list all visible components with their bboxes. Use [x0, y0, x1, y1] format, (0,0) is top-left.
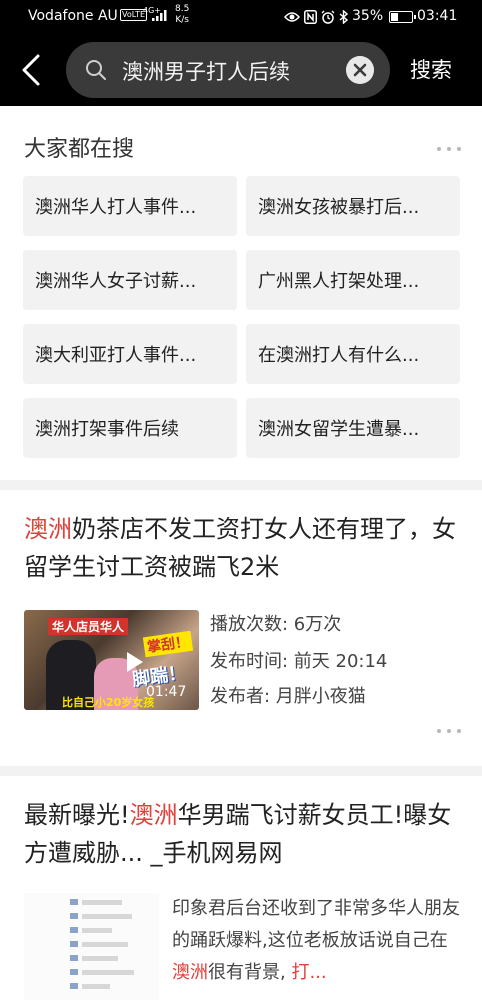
thumbnail-detail: [82, 956, 118, 961]
network-speed: 8.5 K/s: [175, 4, 189, 26]
clear-icon[interactable]: [346, 56, 374, 84]
thumbnail-detail: [70, 899, 78, 905]
back-icon[interactable]: [14, 50, 50, 90]
thumbnail-detail: [82, 970, 134, 975]
thumbnail-detail: [70, 955, 78, 961]
snippet-text: 很有背景,: [208, 962, 292, 983]
hot-search-label: 广州黑人打架处理...: [258, 271, 420, 292]
hot-search-label: 澳大利亚打人事件...: [35, 345, 197, 366]
hot-search-chip[interactable]: 澳洲华人打人事件...: [23, 176, 237, 236]
thumbnail-detail: [70, 913, 78, 919]
article-thumbnail[interactable]: [24, 893, 159, 1000]
nfc-icon: [304, 10, 317, 24]
hot-search-chip[interactable]: 广州黑人打架处理...: [246, 250, 460, 310]
result-title-text: 奶茶店不发工资打女人还有理了，女留学生讨工资被踹飞2米: [24, 515, 456, 581]
thumbnail-detail: [70, 983, 78, 989]
snippet-highlight: 澳洲: [172, 962, 208, 983]
search-query[interactable]: 澳洲男子打人后续: [122, 56, 290, 86]
search-button[interactable]: 搜索: [410, 54, 452, 84]
hot-search-chip[interactable]: 澳洲打架事件后续: [23, 398, 237, 458]
thumbnail-detail: [82, 942, 128, 947]
snippet-text: 印象君后台还收到了非常多华人朋友的踊跃爆料,这位老板放话说自己在: [172, 898, 460, 951]
battery-percent: 35%: [352, 8, 384, 24]
search-input[interactable]: 澳洲男子打人后续: [66, 42, 390, 98]
hot-search-chip[interactable]: 澳洲女留学生遭暴...: [246, 398, 460, 458]
more-icon[interactable]: [437, 728, 461, 734]
result-title-highlight: 澳洲: [129, 801, 178, 829]
hot-search-chip[interactable]: 澳洲华人女子讨薪...: [23, 250, 237, 310]
thumbnail-detail: [82, 900, 122, 905]
result-title-prefix: 最新曝光!: [24, 801, 130, 829]
thumbnail-caption: 掌刮！: [142, 630, 194, 658]
result-title[interactable]: 澳洲奶茶店不发工资打女人还有理了，女留学生讨工资被踹飞2米: [24, 510, 464, 586]
hot-search-label: 澳洲女留学生遭暴...: [258, 419, 420, 440]
status-bar: Vodafone AU VoLTE 4G+ 8.5 K/s 35% 03:41: [0, 0, 482, 34]
search-header: 澳洲男子打人后续 搜索: [0, 34, 482, 106]
play-icon[interactable]: [127, 652, 143, 672]
search-icon: [86, 60, 106, 80]
thumbnail-detail: [82, 984, 110, 989]
alarm-icon: [321, 10, 335, 24]
snippet-highlight: 打...: [291, 962, 327, 983]
video-thumbnail[interactable]: 华人店员华人 掌刮！ 脚踹！ 01:47 比自己小20岁女孩: [24, 610, 199, 710]
carrier-name: Vodafone AU: [28, 8, 118, 24]
publish-time: 发布时间: 前天 20:14: [210, 651, 388, 672]
thumbnail-detail: [70, 969, 78, 975]
network-speed-value: 8.5: [175, 4, 190, 14]
thumbnail-detail: [82, 928, 112, 933]
signal-icon: [152, 10, 167, 21]
result-snippet: 印象君后台还收到了非常多华人朋友的踊跃爆料,这位老板放话说自己在澳洲很有背景, …: [172, 893, 462, 989]
hot-search-chip[interactable]: 澳大利亚打人事件...: [23, 324, 237, 384]
thumbnail-caption: 华人店员华人: [48, 618, 129, 635]
hot-searches-title: 大家都在搜: [24, 137, 135, 162]
section-divider: [0, 766, 482, 776]
status-icons: [284, 8, 348, 26]
hot-search-label: 澳洲华人打人事件...: [35, 197, 197, 218]
bluetooth-icon: [339, 10, 348, 24]
hot-search-label: 在澳洲打人有什么...: [258, 345, 420, 366]
hot-search-chip[interactable]: 在澳洲打人有什么...: [246, 324, 460, 384]
thumbnail-detail: [82, 914, 132, 919]
battery-icon: [389, 11, 416, 23]
thumbnail-caption: 比自己小20岁女孩: [62, 696, 155, 709]
hot-search-label: 澳洲打架事件后续: [35, 419, 179, 440]
clock: 03:41: [417, 8, 458, 24]
hot-search-label: 澳洲女孩被暴打后...: [258, 197, 420, 218]
thumbnail-detail: [70, 941, 78, 947]
result-title-highlight: 澳洲: [24, 515, 72, 543]
publisher: 发布者: 月胖小夜猫: [210, 686, 366, 707]
thumbnail-detail: [70, 927, 78, 933]
hot-search-label: 澳洲华人女子讨薪...: [35, 271, 197, 292]
hot-search-chip[interactable]: 澳洲女孩被暴打后...: [246, 176, 460, 236]
view-count: 播放次数: 6万次: [210, 614, 342, 635]
result-title[interactable]: 最新曝光!澳洲华男踹飞讨薪女员工!曝女方遭威胁... _手机网易网: [24, 796, 464, 872]
more-icon[interactable]: [437, 146, 461, 152]
eye-icon: [284, 12, 300, 22]
section-divider: [0, 480, 482, 490]
network-speed-unit: K/s: [175, 15, 189, 25]
